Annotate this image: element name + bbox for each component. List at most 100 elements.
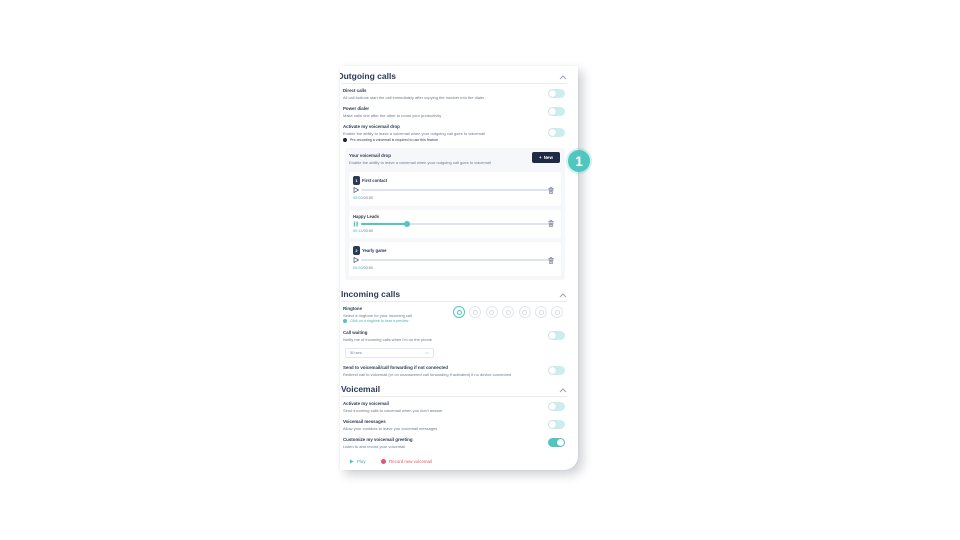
incoming-calls-title: Incoming calls bbox=[341, 289, 401, 299]
direct-calls-title: Direct calls bbox=[343, 88, 367, 93]
step-callout-badge: 1 bbox=[568, 150, 590, 172]
recording-name: Happy Leads bbox=[353, 214, 380, 219]
select-value: 30 sec bbox=[350, 350, 362, 355]
voicemail-drop-note: Pre-recording a voicemail is required to… bbox=[343, 138, 439, 143]
toggle-knob bbox=[549, 108, 556, 115]
ringtone-desc: Select a ringtone for your incoming call bbox=[343, 313, 412, 318]
info-icon bbox=[343, 319, 347, 324]
call-waiting-desc: Notify me of incoming calls when I'm on … bbox=[343, 337, 433, 342]
toggle-knob bbox=[549, 421, 556, 428]
divider bbox=[341, 301, 567, 302]
activate-voicemail-toggle[interactable] bbox=[548, 402, 565, 411]
ringtone-icon bbox=[505, 309, 511, 315]
drop-panel-desc: Enable the ability to leave a voicemail … bbox=[349, 160, 491, 165]
voicemail-drop-toggle[interactable] bbox=[548, 128, 565, 137]
ringtone-note-text: Click on a ringtone to hear a preview bbox=[350, 319, 409, 323]
ringtone-option-2[interactable] bbox=[469, 306, 482, 318]
voicemail-drop-desc: Enable the ability to leave a voicemail … bbox=[343, 131, 485, 136]
play-label: Play bbox=[357, 458, 366, 464]
trash-icon[interactable] bbox=[548, 257, 554, 264]
ringtone-icon bbox=[456, 309, 462, 315]
voicemail-title: Voicemail bbox=[341, 384, 381, 394]
greeting-title: Customize my voicemail greeting bbox=[343, 437, 413, 442]
recording-progress-track[interactable] bbox=[361, 221, 554, 227]
recording-card-happy-leads[interactable]: Happy Leads 00:12/00:50 bbox=[349, 210, 561, 238]
recording-number-badge: 1 bbox=[353, 176, 360, 185]
recording-name: Yearly game bbox=[362, 248, 387, 253]
direct-calls-desc: All call buttons start the call immediat… bbox=[343, 95, 485, 100]
pause-icon[interactable] bbox=[353, 221, 359, 227]
recording-time: 00:12/00:50 bbox=[353, 229, 374, 233]
toggle-knob bbox=[549, 90, 556, 97]
ringtone-icon bbox=[472, 309, 478, 315]
toggle-knob bbox=[549, 332, 556, 339]
divider bbox=[341, 83, 567, 84]
greeting-desc: Listen to and record your voicemail bbox=[343, 444, 406, 449]
recording-progress-thumb[interactable] bbox=[404, 221, 411, 227]
ringtone-icon bbox=[538, 309, 544, 315]
ringtone-options bbox=[453, 306, 567, 320]
recording-progress-track[interactable] bbox=[361, 259, 554, 261]
ringtone-note: Click on a ringtone to hear a preview bbox=[343, 319, 409, 324]
play-greeting-button[interactable]: Play bbox=[349, 456, 366, 466]
new-recording-label: New bbox=[543, 155, 553, 160]
activate-voicemail-title: Activate my voicemail bbox=[343, 401, 389, 406]
ringtone-option-5[interactable] bbox=[518, 306, 531, 318]
recording-card-yearly-game[interactable]: 2 Yearly game 00:00/00:50 bbox=[349, 242, 561, 276]
power-dialer-title: Power dialer bbox=[343, 106, 370, 111]
divider bbox=[341, 396, 567, 397]
ringtone-option-1[interactable] bbox=[453, 306, 465, 318]
ringtone-icon bbox=[554, 309, 560, 315]
chevron-down-icon bbox=[425, 352, 429, 355]
outgoing-calls-title: Outgoing calls bbox=[340, 71, 397, 81]
play-icon[interactable] bbox=[353, 257, 359, 263]
new-recording-button[interactable]: + New bbox=[532, 152, 560, 163]
voicemail-drop-note-text: Pre-recording a voicemail is required to… bbox=[350, 138, 439, 142]
record-label: Record new voicemail bbox=[389, 458, 432, 464]
forwarding-title: Send to voicemail/call forwarding if not… bbox=[343, 365, 448, 370]
ringtone-option-4[interactable] bbox=[502, 306, 515, 318]
greeting-toggle[interactable] bbox=[548, 438, 565, 447]
forwarding-toggle[interactable] bbox=[548, 366, 565, 375]
power-dialer-toggle[interactable] bbox=[548, 107, 565, 116]
recording-progress-fill bbox=[361, 223, 408, 225]
recording-card-first-contact[interactable]: 1 First contact 00:00/00:50 bbox=[349, 172, 561, 206]
chevron-up-icon[interactable] bbox=[558, 386, 568, 394]
recording-time: 00:00/00:50 bbox=[353, 196, 374, 200]
ringtone-title: Ringtone bbox=[343, 306, 363, 311]
play-icon bbox=[349, 458, 354, 464]
voicemail-drop-title: Activate my voicemail drop bbox=[343, 124, 400, 129]
plus-icon: + bbox=[539, 155, 542, 160]
ringtone-option-3[interactable] bbox=[485, 306, 498, 318]
call-waiting-toggle[interactable] bbox=[548, 331, 565, 340]
record-voicemail-button[interactable]: Record new voicemail bbox=[381, 456, 432, 466]
voicemail-messages-toggle[interactable] bbox=[548, 420, 565, 429]
voicemail-messages-desc: Allow your contacts to leave you voicema… bbox=[343, 426, 438, 431]
voicemail-messages-title: Voicemail messages bbox=[343, 419, 386, 424]
settings-panel: Outgoing calls Direct calls All call but… bbox=[340, 66, 578, 470]
ringtone-icon bbox=[522, 309, 528, 315]
power-dialer-desc: Make calls one after the other to boost … bbox=[343, 113, 442, 118]
info-icon bbox=[343, 138, 347, 143]
recording-progress-track[interactable] bbox=[361, 189, 554, 191]
direct-calls-toggle[interactable] bbox=[548, 89, 565, 98]
activate-voicemail-desc: Send incoming calls to voicemail when yo… bbox=[343, 408, 443, 413]
recording-name: First contact bbox=[362, 178, 388, 183]
trash-icon[interactable] bbox=[548, 220, 554, 227]
toggle-knob bbox=[549, 129, 556, 136]
toggle-knob bbox=[549, 367, 556, 374]
record-icon bbox=[381, 458, 386, 464]
recording-time: 00:00/00:50 bbox=[353, 266, 374, 270]
ringtone-option-7[interactable] bbox=[551, 306, 564, 318]
chevron-up-icon[interactable] bbox=[558, 291, 568, 299]
chevron-up-icon[interactable] bbox=[558, 73, 568, 81]
ringtone-option-6[interactable] bbox=[535, 306, 547, 318]
play-icon[interactable] bbox=[353, 187, 359, 193]
drop-panel-title: Your voicemail drop bbox=[349, 153, 391, 158]
recording-number-badge: 2 bbox=[353, 246, 360, 255]
ringtone-icon bbox=[489, 309, 495, 315]
call-waiting-title: Call waiting bbox=[343, 330, 368, 335]
toggle-knob bbox=[549, 403, 556, 410]
trash-icon[interactable] bbox=[548, 187, 554, 194]
call-waiting-duration-select[interactable]: 30 sec bbox=[345, 348, 434, 358]
